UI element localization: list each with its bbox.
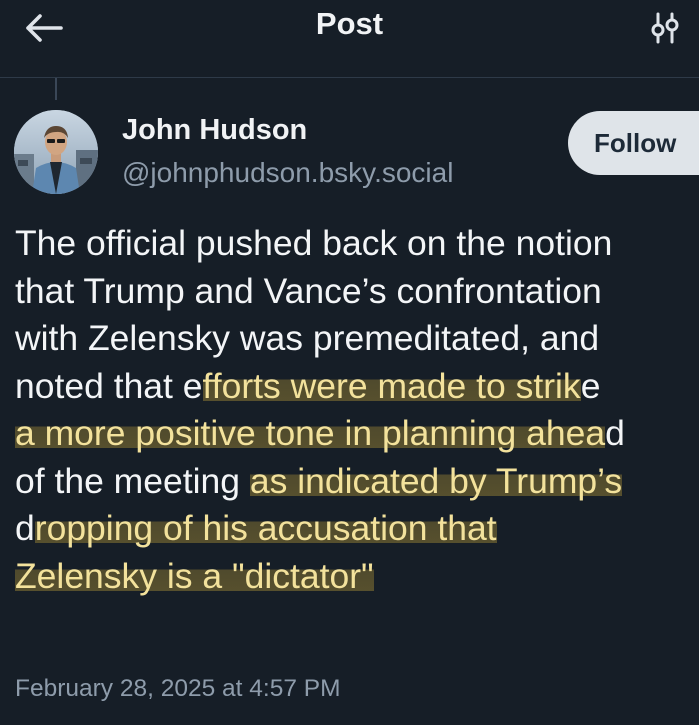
highlighted-text: Zelensky is a "dictator" [15, 555, 374, 596]
post-text-line: dropping of his accusation that [15, 505, 699, 553]
highlighted-text: as indicated by Trump’s [249, 460, 623, 501]
thread-settings-button[interactable] [643, 6, 687, 50]
highlighted-text: fforts were made to strik [202, 365, 581, 406]
page-title: Post [315, 6, 384, 41]
post-text-segment: d [15, 508, 35, 548]
post-text-line: with Zelensky was premeditated, and [15, 315, 699, 363]
sliders-icon [651, 12, 679, 44]
post-text-segment: noted that e [15, 365, 203, 406]
post-text-segment: The official pushed back on the notion [15, 223, 613, 263]
post-text-segment: e [580, 365, 601, 406]
highlighted-text: a more positive tone in planning ahea [15, 413, 606, 453]
post-text: The official pushed back on the notion th… [15, 220, 699, 600]
post-text-segment: with Zelensky was premeditated, and [15, 318, 600, 358]
top-bar: Post [0, 0, 699, 78]
post-text-line: of the meeting as indicated by Trump’s [15, 458, 699, 506]
author-handle[interactable]: @johnphudson.bsky.social [122, 157, 453, 189]
post-text-segment: d [605, 413, 625, 453]
post-timestamp: February 28, 2025 at 4:57 PM [15, 675, 341, 702]
post-text-segment: that Trump and Vance’s confrontation [15, 270, 602, 311]
post-text-line: Zelensky is a "dictator" [15, 553, 699, 601]
follow-button[interactable]: Follow [568, 111, 699, 175]
post-text-line: that Trump and Vance’s confrontation [15, 268, 699, 316]
post-text-line: The official pushed back on the notion [15, 220, 699, 268]
thread-connector-line [55, 78, 57, 100]
avatar[interactable] [14, 110, 98, 194]
profile-photo [14, 110, 98, 194]
author-display-name[interactable]: John Hudson [122, 114, 307, 147]
post-text-line: noted that efforts were made to strike [15, 363, 699, 411]
highlighted-text: ropping of his accusation that [34, 508, 497, 548]
post-text-line: a more positive tone in planning ahead [15, 410, 699, 458]
post-text-segment: of the meeting [15, 460, 250, 501]
